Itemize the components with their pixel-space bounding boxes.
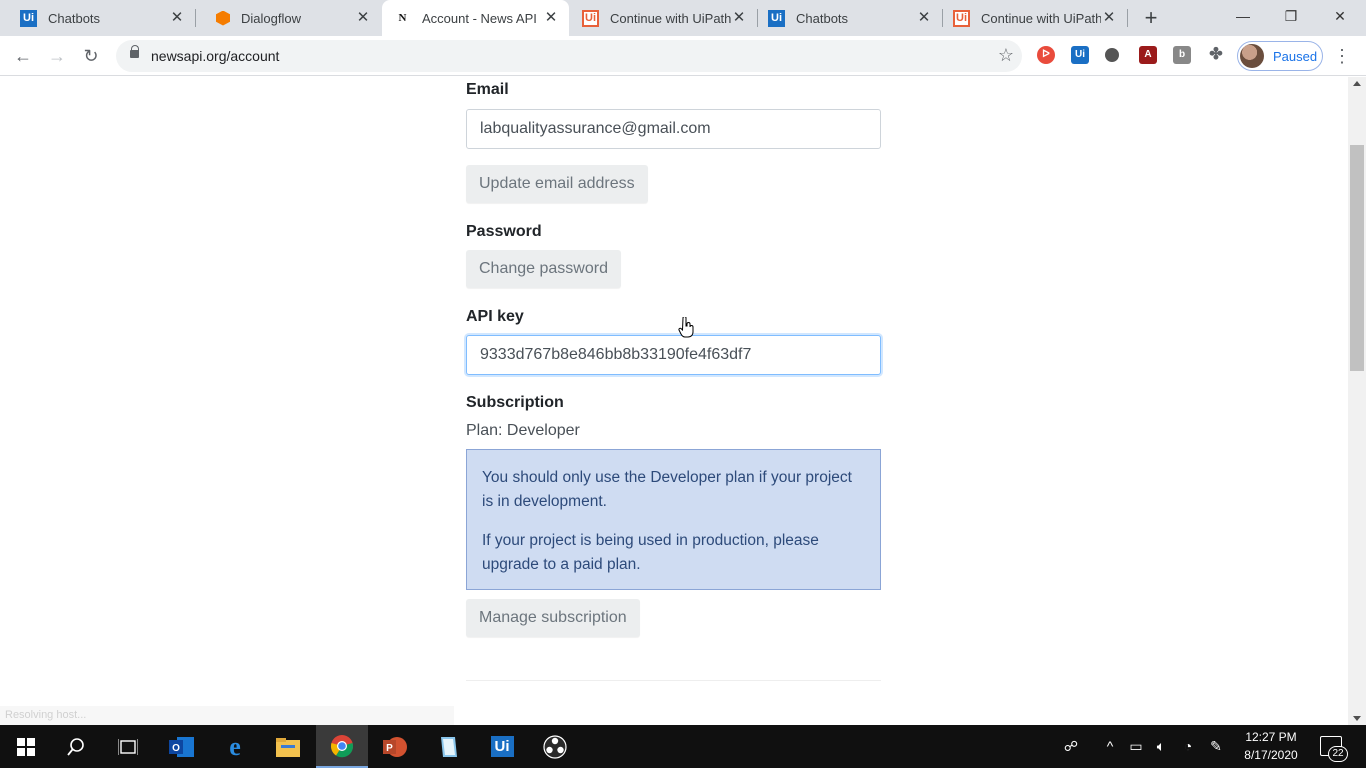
tab-continue-uipath-2[interactable]: Ui Continue with UiPath ✕	[943, 0, 1127, 36]
tab-dialogflow[interactable]: Dialogflow ✕	[196, 0, 381, 36]
plan-text: Plan: Developer	[466, 422, 580, 439]
close-icon[interactable]: ✕	[169, 10, 185, 26]
url-text[interactable]: newsapi.org/account	[151, 48, 279, 64]
scroll-up-icon[interactable]	[1353, 81, 1361, 86]
tab-chatbots-1[interactable]: Ui Chatbots ✕	[0, 0, 195, 36]
password-label: Password	[466, 223, 542, 240]
uipath-orange-icon: Ui	[953, 9, 970, 27]
svg-text:P: P	[386, 743, 393, 754]
api-key-field[interactable]	[466, 335, 881, 375]
tab-title: Chatbots	[796, 10, 849, 26]
divider	[466, 680, 881, 681]
tab-title: Account - News API	[422, 10, 537, 26]
email-label: Email	[466, 81, 509, 98]
tab-strip: Ui Chatbots ✕ Dialogflow ✕ N Account - N…	[0, 0, 1366, 36]
forward-arrow-icon[interactable]: →	[45, 44, 69, 68]
newsapi-icon: N	[398, 12, 407, 24]
developer-plan-alert: You should only use the Developer plan i…	[466, 449, 881, 590]
api-key-label: API key	[466, 308, 524, 325]
tab-account-news-api[interactable]: N Account - News API ✕	[382, 0, 569, 36]
uipath-icon: Ui	[20, 9, 37, 27]
avatar	[1240, 44, 1264, 68]
clock-date: 8/17/2020	[1244, 748, 1298, 762]
more-menu-icon[interactable]: ⋮	[1333, 45, 1351, 67]
bookmark-star-icon[interactable]: ☆	[998, 45, 1014, 66]
chevron-up-icon[interactable]: ^	[1101, 737, 1119, 755]
uipath-studio-icon[interactable]: Ui	[476, 725, 528, 768]
account-page: Email Update email address Password Chan…	[0, 77, 1348, 725]
hand-cursor-icon	[678, 317, 694, 338]
close-icon[interactable]: ✕	[1101, 10, 1117, 26]
powerpoint-icon[interactable]: P	[369, 725, 421, 768]
subscription-label: Subscription	[466, 394, 564, 411]
uipath-icon: Ui	[768, 9, 785, 27]
wifi-icon[interactable]: ◔	[1179, 737, 1197, 755]
tab-title: Continue with UiPath	[981, 10, 1101, 26]
people-icon[interactable]: ☍	[1062, 737, 1080, 755]
minimize-icon[interactable]: —	[1219, 0, 1267, 32]
pen-icon[interactable]: ✎	[1207, 737, 1225, 755]
update-email-button[interactable]: Update email address	[466, 165, 648, 203]
task-view-icon[interactable]	[102, 725, 154, 768]
email-field[interactable]	[466, 109, 881, 149]
address-bar[interactable]: newsapi.org/account ☆	[116, 40, 1022, 72]
file-explorer-icon[interactable]	[262, 725, 314, 768]
notepad-icon[interactable]	[422, 725, 474, 768]
system-clock[interactable]: 12:27 PM 8/17/2020	[1232, 728, 1310, 764]
close-icon[interactable]: ✕	[731, 10, 747, 26]
volume-icon[interactable]: 🔈︎	[1152, 737, 1170, 755]
tab-title: Chatbots	[48, 10, 101, 26]
dialogflow-icon	[216, 10, 230, 26]
windows-taskbar: O e P Ui ☍ ^ ▭ 🔈︎ ◔ ✎ 12:27 PM 8/17/2020…	[0, 725, 1366, 768]
svg-text:O: O	[172, 743, 180, 754]
tab-title: Continue with UiPath	[610, 10, 731, 26]
tab-continue-uipath-1[interactable]: Ui Continue with UiPath ✕	[570, 0, 757, 36]
uipath-orange-icon: Ui	[582, 9, 599, 27]
window-close-icon[interactable]: ✕	[1316, 0, 1364, 32]
status-hint: Resolving host...	[0, 706, 454, 725]
browser-toolbar: ← → ↻ newsapi.org/account ☆ ᐅ Ui A b ✤ P…	[0, 36, 1366, 76]
change-password-button[interactable]: Change password	[466, 250, 621, 288]
lock-icon[interactable]	[130, 45, 139, 60]
new-tab-icon[interactable]: +	[1140, 7, 1162, 29]
back-arrow-icon[interactable]: ←	[11, 44, 35, 68]
reload-icon[interactable]: ↻	[79, 44, 103, 68]
restore-icon[interactable]: ❐	[1267, 0, 1315, 32]
tab-separator	[1127, 9, 1128, 27]
tab-chatbots-2[interactable]: Ui Chatbots ✕	[758, 0, 942, 36]
acrobat-icon[interactable]: A	[1139, 46, 1157, 64]
uipath-extension-icon[interactable]: Ui	[1071, 46, 1089, 64]
alert-text: You should only use the Developer plan i…	[482, 469, 852, 510]
close-icon[interactable]: ✕	[355, 10, 371, 26]
search-icon[interactable]	[50, 725, 102, 768]
internet-explorer-icon[interactable]: e	[209, 725, 261, 768]
notification-count-badge: 22	[1328, 746, 1348, 762]
obs-icon[interactable]	[529, 725, 581, 768]
extension-circle-icon[interactable]	[1105, 48, 1119, 62]
scroll-down-icon[interactable]	[1353, 716, 1361, 721]
chrome-icon[interactable]	[316, 725, 368, 768]
extensions-puzzle-icon[interactable]: ✤	[1207, 46, 1225, 64]
close-icon[interactable]: ✕	[543, 10, 559, 26]
scrollbar-thumb[interactable]	[1350, 145, 1364, 371]
profile-button[interactable]: Paused	[1237, 41, 1323, 71]
extension-grey-icon[interactable]: b	[1173, 46, 1191, 64]
extension-red-icon[interactable]: ᐅ	[1037, 46, 1055, 64]
battery-icon[interactable]: ▭	[1127, 737, 1145, 755]
page-scrollbar[interactable]	[1348, 77, 1366, 725]
outlook-icon[interactable]: O	[156, 725, 208, 768]
profile-status-label: Paused	[1273, 48, 1318, 64]
windows-start-icon[interactable]	[0, 725, 52, 768]
tab-title: Dialogflow	[241, 10, 301, 26]
clock-time: 12:27 PM	[1245, 730, 1297, 744]
close-icon[interactable]: ✕	[916, 10, 932, 26]
alert-text: If your project is being used in product…	[482, 532, 819, 573]
manage-subscription-button[interactable]: Manage subscription	[466, 599, 640, 637]
